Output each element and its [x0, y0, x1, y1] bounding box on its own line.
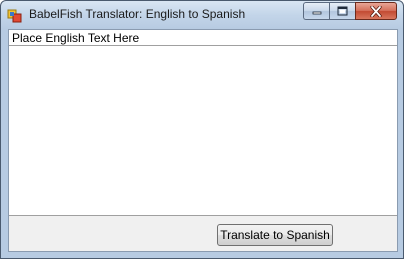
maximize-icon: [337, 6, 348, 16]
window-title: BabelFish Translator: English to Spanish: [29, 7, 246, 21]
english-text-input[interactable]: Place English Text Here: [9, 30, 397, 216]
title-bar[interactable]: BabelFish Translator: English to Spanish: [1, 1, 403, 29]
minimize-button[interactable]: [303, 2, 329, 20]
translate-to-spanish-button[interactable]: Translate to Spanish: [217, 224, 333, 246]
app-icon: [7, 9, 22, 23]
text-line-divider: [9, 45, 397, 46]
english-text-value: Place English Text Here: [12, 31, 140, 45]
app-window: BabelFish Translator: English to Spanish: [0, 0, 404, 259]
client-area: Place English Text Here Translate to Spa…: [8, 29, 398, 252]
caption-buttons: [303, 2, 397, 21]
maximize-button[interactable]: [329, 2, 355, 20]
minimize-icon: [312, 11, 321, 15]
close-button[interactable]: [355, 2, 397, 20]
close-icon: [370, 5, 382, 17]
